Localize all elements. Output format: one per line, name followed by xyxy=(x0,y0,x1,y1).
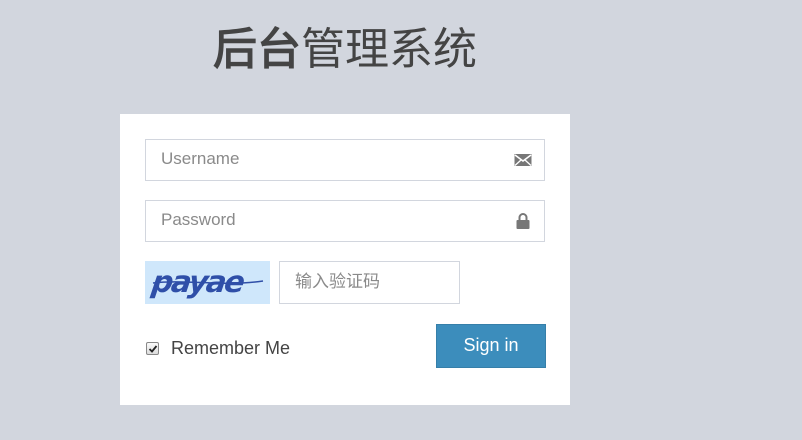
sign-in-button[interactable]: Sign in xyxy=(436,324,546,368)
captcha-input[interactable] xyxy=(280,262,455,301)
app-title-light: 管理系统 xyxy=(301,24,477,75)
remember-me[interactable]: Remember Me xyxy=(146,338,290,358)
login-box: payae Remember Me Sign in xyxy=(120,114,570,405)
envelope-icon xyxy=(514,151,532,169)
lock-icon xyxy=(514,212,532,230)
captcha-image[interactable]: payae xyxy=(145,261,270,304)
username-field xyxy=(145,139,545,181)
app-title: 后台管理系统 xyxy=(120,22,570,78)
remember-checkbox[interactable] xyxy=(146,341,159,355)
password-field xyxy=(145,200,545,242)
app-title-bold: 后台 xyxy=(213,24,301,75)
password-input[interactable] xyxy=(146,201,501,239)
username-input[interactable] xyxy=(146,140,501,178)
remember-label: Remember Me xyxy=(171,337,291,358)
captcha-field xyxy=(279,261,460,304)
